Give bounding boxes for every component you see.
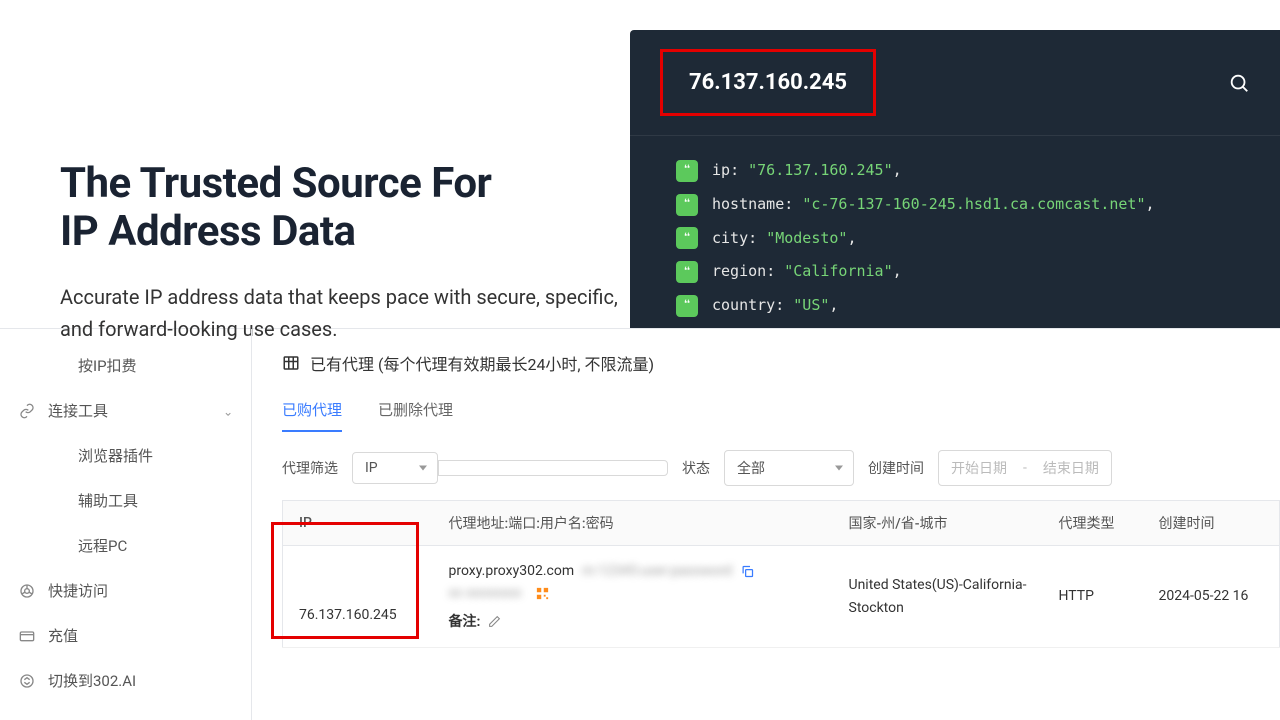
sidebar-item-recharge[interactable]: 充值 — [0, 613, 251, 658]
proxy-address-line2-blurred: xx xxxxxxxx — [449, 582, 522, 604]
table-row: 76.137.160.245 proxy.proxy302.com m:12345… — [283, 546, 1280, 648]
quote-icon: ❝ — [676, 295, 698, 317]
swap-icon — [18, 672, 36, 690]
search-icon[interactable] — [1228, 72, 1250, 94]
proxy-type: HTTP — [1043, 546, 1143, 648]
ip-search-input-highlight: 76.137.160.245 — [660, 49, 876, 116]
col-ip: IP — [283, 501, 433, 546]
json-line: ❝ hostname: "c-76-137-160-245.hsd1.ca.co… — [676, 188, 1250, 222]
json-line: ❝ city: "Modesto", — [676, 222, 1250, 256]
proxy-filter-select[interactable]: IP — [352, 452, 438, 484]
quote-icon: ❝ — [676, 227, 698, 249]
qr-icon[interactable] — [535, 586, 550, 601]
ip-search-input[interactable]: 76.137.160.245 — [689, 70, 847, 95]
hero-section: The Trusted Source For IP Address Data A… — [0, 0, 630, 328]
sidebar-item-connect-tools[interactable]: 连接工具 ⌃ — [0, 388, 251, 433]
proxy-ip: 76.137.160.245 — [299, 607, 397, 623]
proxy-filter-label: 代理筛选 — [282, 458, 338, 478]
ip-json-output: ❝ ip: "76.137.160.245", ❝ hostname: "c-7… — [630, 136, 1280, 323]
date-range-picker[interactable]: 开始日期 - 结束日期 — [938, 450, 1112, 486]
json-line: ❝ ip: "76.137.160.245", — [676, 154, 1250, 188]
sidebar-item-ip-billing[interactable]: 按IP扣费 — [0, 343, 251, 388]
sidebar: 按IP扣费 连接工具 ⌃ 浏览器插件 辅助工具 远程PC 快捷访问 — [0, 329, 252, 720]
main-content: 已有代理 (每个代理有效期最长24小时, 不限流量) 已购代理 已删除代理 代理… — [252, 329, 1280, 720]
link-icon — [18, 402, 36, 420]
status-filter-label: 状态 — [682, 458, 710, 478]
tab-purchased[interactable]: 已购代理 — [282, 399, 342, 432]
chrome-icon — [18, 582, 36, 600]
date-start-placeholder: 开始日期 — [951, 458, 1007, 478]
proxy-tabs: 已购代理 已删除代理 — [282, 399, 1280, 432]
col-type: 代理类型 — [1043, 501, 1143, 546]
quote-icon: ❝ — [676, 160, 698, 182]
ip-lookup-panel: 76.137.160.245 ❝ ip: "76.137.160.245", ❝… — [630, 30, 1280, 328]
sidebar-item-switch-ai[interactable]: 切换到302.AI — [0, 658, 251, 703]
table-icon — [282, 354, 300, 372]
proxy-address-blurred: m:12345:user:password — [582, 560, 732, 582]
proxy-table: IP 代理地址:端口:用户名:密码 国家-州/省-城市 代理类型 创建时间 76… — [282, 500, 1280, 648]
remark-label: 备注: — [449, 611, 481, 633]
proxy-list-header: 已有代理 (每个代理有效期最长24小时, 不限流量) — [282, 351, 1280, 375]
copy-icon[interactable] — [740, 564, 755, 579]
quote-icon: ❝ — [676, 261, 698, 283]
quote-icon: ❝ — [676, 194, 698, 216]
proxy-filter-input[interactable] — [438, 460, 668, 476]
json-line: ❝ region: "California", — [676, 255, 1250, 289]
hero-title: The Trusted Source For IP Address Data — [60, 160, 630, 257]
sidebar-item-remote-pc[interactable]: 远程PC — [0, 523, 251, 568]
edit-icon[interactable] — [488, 615, 501, 628]
proxy-filters: 代理筛选 IP 状态 全部 创建时间 开始日期 - 结束日期 — [282, 450, 1280, 486]
create-time-label: 创建时间 — [868, 458, 924, 478]
col-created: 创建时间 — [1143, 501, 1280, 546]
json-line: ❝ country: "US", — [676, 289, 1250, 323]
tab-deleted[interactable]: 已删除代理 — [378, 399, 453, 432]
col-proxy-addr: 代理地址:端口:用户名:密码 — [433, 501, 833, 546]
col-country: 国家-州/省-城市 — [833, 501, 1043, 546]
sidebar-item-aux-tools[interactable]: 辅助工具 — [0, 478, 251, 523]
chevron-up-icon: ⌃ — [223, 404, 233, 418]
proxy-location: United States(US)-California-Stockton — [833, 546, 1043, 648]
card-icon — [18, 627, 36, 645]
sidebar-item-quick-access[interactable]: 快捷访问 — [0, 568, 251, 613]
date-separator: - — [1023, 460, 1027, 476]
status-filter-select[interactable]: 全部 — [724, 450, 854, 486]
sidebar-item-browser-plugin[interactable]: 浏览器插件 — [0, 433, 251, 478]
date-end-placeholder: 结束日期 — [1043, 458, 1099, 478]
proxy-created: 2024-05-22 16 — [1143, 546, 1280, 648]
proxy-address-visible: proxy.proxy302.com — [449, 560, 575, 582]
